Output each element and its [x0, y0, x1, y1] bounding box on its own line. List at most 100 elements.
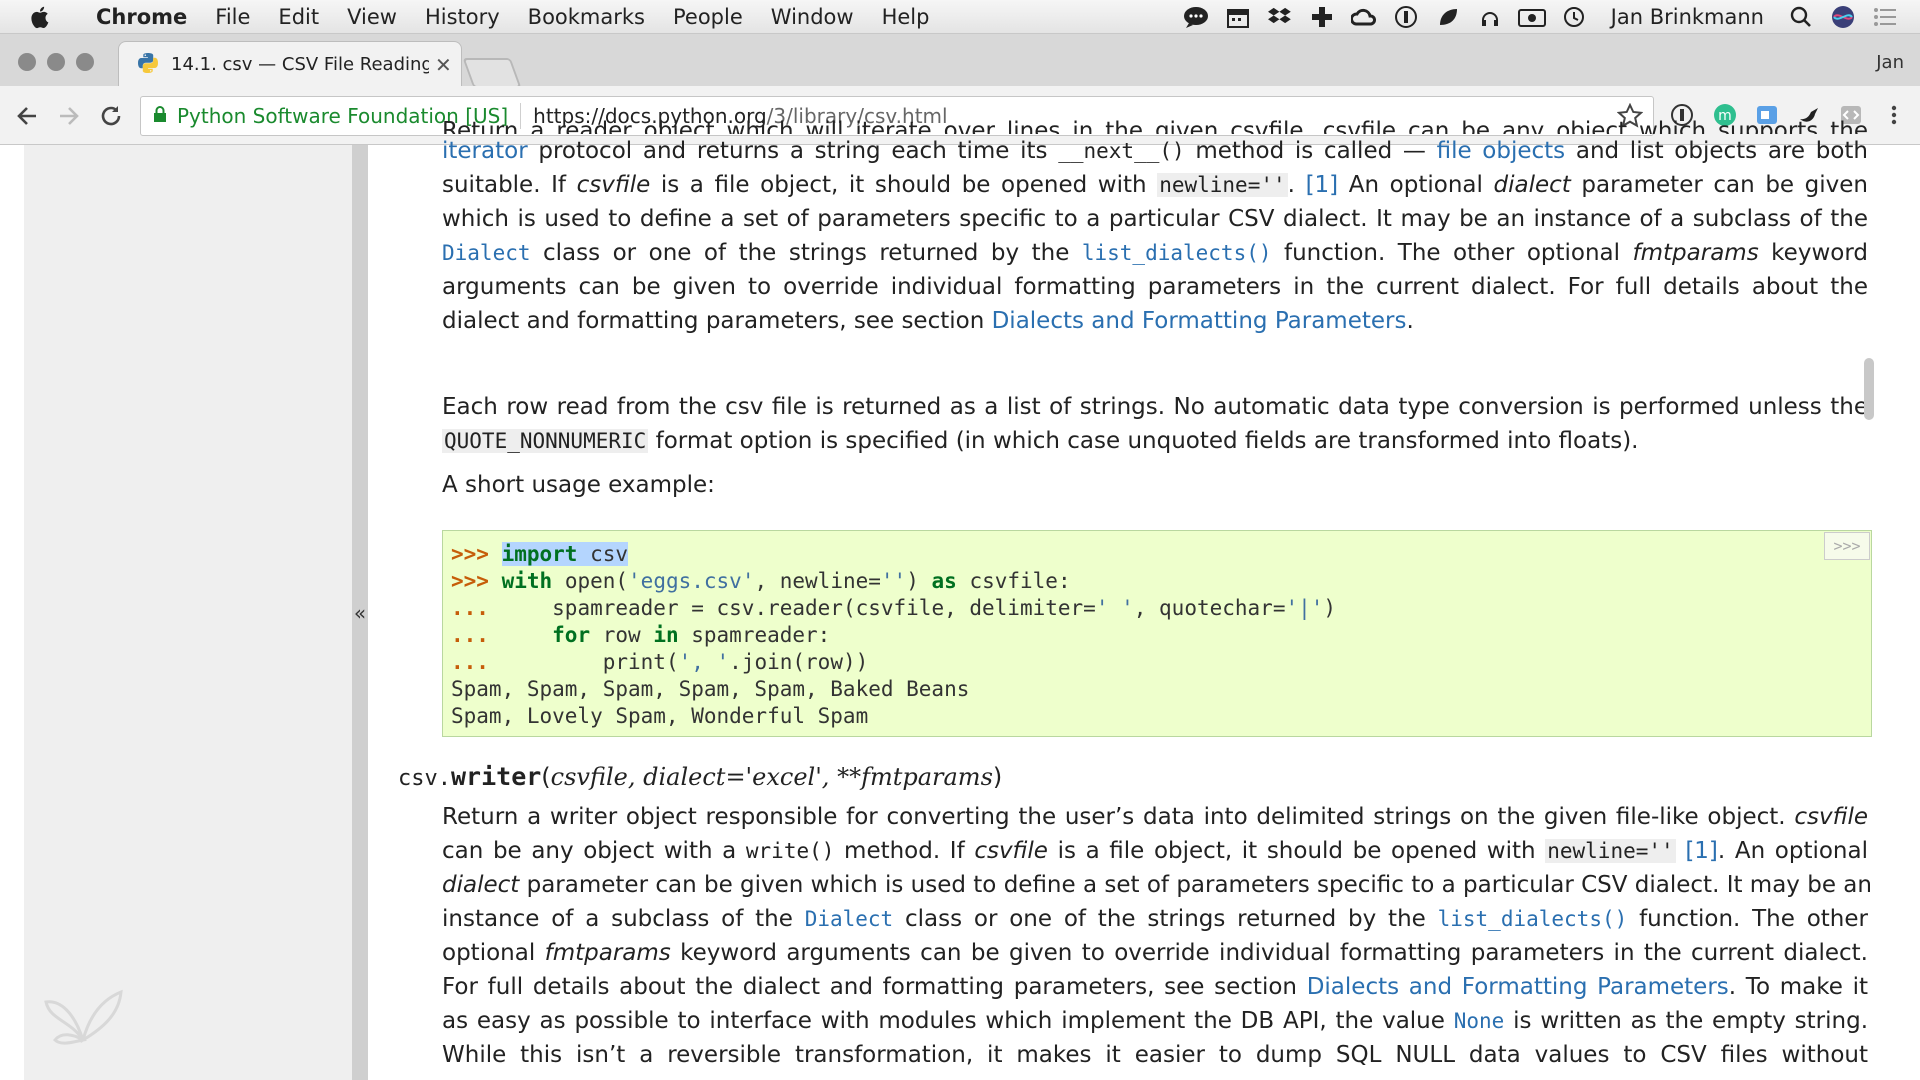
time-machine-icon[interactable] — [1559, 4, 1589, 30]
calendar-icon[interactable] — [1223, 4, 1253, 30]
time-machine-headphones-icon[interactable] — [1475, 4, 1505, 30]
menu-window[interactable]: Window — [757, 5, 868, 29]
code-output-line: Spam, Spam, Spam, Spam, Spam, Baked Bean… — [451, 677, 970, 701]
write-method-code: write() — [745, 839, 835, 863]
tab-close-icon[interactable]: ✕ — [435, 53, 452, 77]
writer-desc-line-4: optional fmtparams keyword arguments can… — [442, 936, 1868, 970]
file-objects-link[interactable]: file objects — [1437, 138, 1566, 164]
forward-button[interactable] — [54, 101, 84, 131]
csvfile-emphasis: csvfile — [1794, 804, 1868, 830]
siri-icon[interactable] — [1828, 4, 1858, 30]
plus-cross-icon[interactable] — [1307, 4, 1337, 30]
selected-code[interactable]: import csv — [501, 542, 629, 566]
menu-people[interactable]: People — [659, 5, 757, 29]
menu-file[interactable]: File — [201, 5, 264, 29]
dialects-formatting-link[interactable]: Dialects and Formatting Parameters — [1307, 974, 1729, 1000]
prompt: >>> — [451, 542, 489, 566]
string-literal: ' ' — [1095, 596, 1134, 620]
window-minimize-button[interactable] — [47, 53, 65, 71]
text-run: suitable. If — [442, 172, 577, 198]
list-dialects-link[interactable]: list_dialects() — [1438, 907, 1628, 931]
code-run — [489, 623, 552, 647]
menu-history[interactable]: History — [411, 5, 514, 29]
row-conversion-line-0: Each row read from the csv file is retur… — [442, 394, 1868, 420]
window-zoom-button[interactable] — [76, 53, 94, 71]
secure-lock-icon[interactable] — [153, 105, 167, 127]
dialect-class-link[interactable]: Dialect — [805, 907, 894, 931]
signature-module: csv. — [398, 766, 451, 791]
menu-help[interactable]: Help — [868, 5, 944, 29]
csvfile-emphasis: csvfile — [576, 172, 651, 198]
code-run: spamreader = csv.reader(csvfile, delimit… — [488, 596, 1096, 620]
reader-description-paragraph: Return a reader object which will iterat… — [442, 120, 1868, 338]
keyword: as — [931, 569, 957, 593]
text-run: function. The other optional — [1271, 240, 1633, 266]
reload-button[interactable] — [96, 101, 126, 131]
text-run: dialect and formatting parameters, see s… — [442, 308, 992, 334]
text-run: is written as the empty string. — [1504, 1008, 1869, 1034]
text-run: An optional — [1338, 172, 1494, 198]
video-watermark-butterfly-icon — [40, 980, 126, 1054]
csv-writer-signature: csv.writer(csvfile, dialect='excel', **f… — [398, 762, 1002, 791]
text-run: optional — [442, 940, 545, 966]
usage-code-block[interactable]: >>> >>> import csv >>> with open('eggs.c… — [442, 530, 1872, 737]
dialect-class-link[interactable]: Dialect — [442, 241, 531, 265]
menu-app-chrome[interactable]: Chrome — [82, 5, 201, 29]
usage-example-line: A short usage example: — [442, 472, 715, 498]
none-constant-link[interactable]: None — [1454, 1009, 1505, 1033]
signature-function-name: writer — [450, 762, 542, 791]
footnote-1-link[interactable]: [1] — [1306, 172, 1339, 198]
back-button[interactable] — [12, 101, 42, 131]
writer-desc-line-0: Return a writer object responsible for c… — [442, 800, 1868, 834]
text-run: keyword — [1758, 240, 1868, 266]
menu-bar-user-name[interactable]: Jan Brinkmann — [1611, 5, 1764, 29]
page-scrollbar-thumb[interactable] — [1864, 358, 1874, 420]
creative-cloud-icon[interactable] — [1349, 4, 1379, 30]
text-run: . An optional — [1717, 838, 1868, 864]
fmtparams-emphasis: fmtparams — [544, 940, 671, 966]
onepassword-icon[interactable] — [1391, 4, 1421, 30]
keyword: in — [653, 623, 679, 647]
text-run: . To make it — [1728, 974, 1869, 1000]
text-run: protocol and returns a string each time … — [527, 138, 1059, 164]
sidebar-collapse-button[interactable]: « — [352, 145, 368, 1080]
menu-edit[interactable]: Edit — [264, 5, 333, 29]
signature-paren: ( — [541, 763, 551, 791]
leaf-icon[interactable] — [1433, 4, 1463, 30]
code-run: ) — [906, 569, 932, 593]
list-dialects-link[interactable]: list_dialects() — [1082, 241, 1272, 265]
window-close-button[interactable] — [18, 53, 36, 71]
text-run: For full details about the dialect and f… — [442, 974, 1307, 1000]
toggle-prompt-button[interactable]: >>> — [1824, 532, 1870, 560]
iterator-link[interactable]: iterator — [442, 138, 528, 164]
prompt: >>> — [451, 569, 489, 593]
collapse-chevron-icon: « — [353, 600, 367, 625]
menu-view[interactable]: View — [333, 5, 411, 29]
chrome-menu-icon[interactable] — [1880, 101, 1908, 129]
screen-record-icon[interactable] — [1517, 4, 1547, 30]
notification-center-icon[interactable] — [1870, 4, 1900, 30]
prompt: ... — [451, 596, 489, 620]
footnote-1-link[interactable]: [1] — [1685, 838, 1718, 864]
tab-csv-docs[interactable]: 14.1. csv — CSV File Reading ✕ — [118, 41, 462, 87]
text-run: as easy as possible to interface with mo… — [442, 1008, 1454, 1034]
keyword: import — [501, 542, 578, 566]
code-lines[interactable]: >>> import csv >>> with open('eggs.csv',… — [443, 531, 1871, 730]
menu-bookmarks[interactable]: Bookmarks — [514, 5, 659, 29]
text-run: instance of a subclass of the — [442, 906, 805, 932]
code-run: csvfile: — [956, 569, 1071, 593]
prompt: ... — [451, 650, 489, 674]
dialect-emphasis: dialect — [442, 872, 520, 898]
text-run: . — [1287, 172, 1306, 198]
signature-params: csvfile, dialect='excel', **fmtparams — [550, 763, 993, 791]
profile-button[interactable]: Jan — [1876, 52, 1904, 73]
dropbox-icon[interactable] — [1265, 4, 1295, 30]
menu-bar-status-area: Jan Brinkmann — [1181, 0, 1900, 33]
apple-menu-icon[interactable] — [24, 5, 58, 29]
new-tab-button[interactable] — [462, 58, 522, 88]
tab-title: 14.1. csv — CSV File Reading — [171, 54, 429, 75]
dialects-formatting-link[interactable]: Dialects and Formatting Parameters — [992, 308, 1407, 334]
spotlight-search-icon[interactable] — [1786, 4, 1816, 30]
text-run: format option is specified (in which cas… — [648, 428, 1639, 454]
chat-bubble-icon[interactable] — [1181, 4, 1211, 30]
